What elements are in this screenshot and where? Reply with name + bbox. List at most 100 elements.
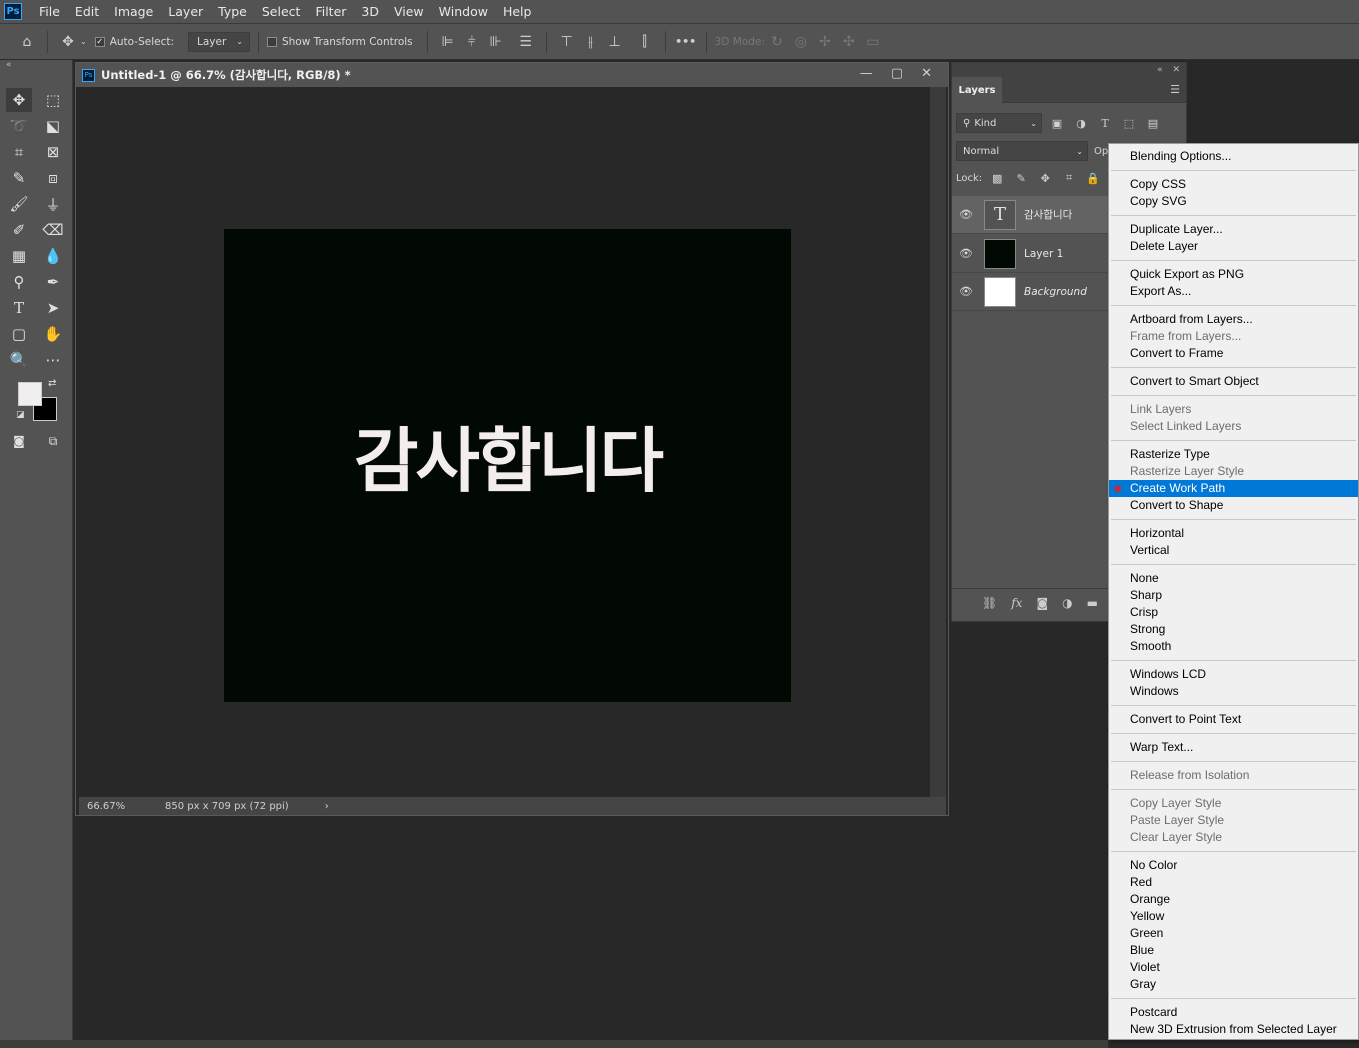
align-bottom-icon[interactable]: ⊥ bbox=[603, 30, 627, 54]
fx-icon[interactable]: fx bbox=[1011, 596, 1022, 610]
align-right-icon[interactable]: ⊪ bbox=[484, 30, 508, 54]
type-tool-icon[interactable]: T bbox=[6, 296, 32, 320]
menu-item-vertical[interactable]: Vertical bbox=[1109, 542, 1358, 559]
distribute-horizontal-icon[interactable]: ⫿ bbox=[633, 30, 657, 54]
menu-item-create-work-path[interactable]: ★ Create Work Path bbox=[1109, 480, 1358, 497]
menu-item-antialias-crisp[interactable]: Crisp bbox=[1109, 604, 1358, 621]
eraser-tool-icon[interactable]: ⌫ bbox=[40, 218, 66, 242]
maximize-icon[interactable]: ▢ bbox=[891, 66, 903, 81]
menu-item-antialias-strong[interactable]: Strong bbox=[1109, 621, 1358, 638]
tab-layers[interactable]: Layers bbox=[952, 77, 1002, 103]
lock-position-icon[interactable]: ✥ bbox=[1036, 172, 1054, 185]
chevron-down-icon[interactable]: ⌄ bbox=[80, 37, 87, 46]
menu-item-duplicate-layer[interactable]: Duplicate Layer... bbox=[1109, 221, 1358, 238]
lock-artboard-icon[interactable]: ⌗ bbox=[1060, 171, 1078, 185]
menu-item-quick-export[interactable]: Quick Export as PNG bbox=[1109, 266, 1358, 283]
panel-menu-icon[interactable]: ☰ bbox=[1170, 83, 1180, 96]
canvas-workspace[interactable]: 감사합니다 bbox=[79, 87, 930, 797]
object-selection-tool-icon[interactable]: ⬕ bbox=[40, 114, 66, 138]
frame-tool-icon[interactable]: ⊠ bbox=[40, 140, 66, 164]
align-vertical-center-icon[interactable]: ⫲ bbox=[579, 30, 603, 54]
document-tab[interactable]: Ps Untitled-1 @ 66.7% (감사합니다, RGB/8) * —… bbox=[76, 63, 948, 87]
screen-mode-icon[interactable]: ⧉ bbox=[40, 429, 66, 453]
close-icon[interactable]: ✕ bbox=[921, 66, 932, 81]
menu-item-violet[interactable]: Violet bbox=[1109, 959, 1358, 976]
menu-item-rasterize-type[interactable]: Rasterize Type bbox=[1109, 446, 1358, 463]
menu-file[interactable]: File bbox=[31, 0, 67, 23]
history-brush-tool-icon[interactable]: ✐ bbox=[6, 218, 32, 242]
close-icon[interactable]: ✕ bbox=[1172, 65, 1180, 75]
menu-item-postcard[interactable]: Postcard bbox=[1109, 1004, 1358, 1021]
more-options-icon[interactable]: ••• bbox=[674, 30, 698, 54]
minimize-icon[interactable]: — bbox=[860, 66, 873, 81]
menu-image[interactable]: Image bbox=[106, 0, 160, 23]
path-selection-tool-icon[interactable]: ➤ bbox=[40, 296, 66, 320]
menu-item-gray[interactable]: Gray bbox=[1109, 976, 1358, 993]
menu-3d[interactable]: 3D bbox=[353, 0, 386, 23]
blend-mode-dropdown[interactable]: Normal ⌄ bbox=[956, 141, 1088, 161]
swap-colors-icon[interactable]: ⇄ bbox=[48, 378, 56, 389]
3d-orbit-icon[interactable]: ↻ bbox=[765, 30, 789, 54]
pen-tool-icon[interactable]: ✒ bbox=[40, 270, 66, 294]
menu-item-horizontal[interactable]: Horizontal bbox=[1109, 525, 1358, 542]
checkbox-checked-icon[interactable]: ✓ bbox=[94, 36, 105, 47]
add-mask-icon[interactable]: ◙ bbox=[1036, 596, 1048, 610]
auto-select-checkbox[interactable]: ✓ Auto-Select: bbox=[94, 36, 174, 48]
crop-tool-icon[interactable]: ⌗ bbox=[6, 140, 32, 164]
layer-name[interactable]: Background bbox=[1024, 286, 1087, 298]
checkbox-unchecked-icon[interactable] bbox=[266, 36, 277, 47]
menu-item-antialias-none[interactable]: None bbox=[1109, 570, 1358, 587]
zoom-level[interactable]: 66.67% bbox=[87, 801, 157, 812]
menu-item-copy-css[interactable]: Copy CSS bbox=[1109, 176, 1358, 193]
quick-mask-icon[interactable]: ◙ bbox=[6, 429, 32, 453]
menu-item-red[interactable]: Red bbox=[1109, 874, 1358, 891]
menu-edit[interactable]: Edit bbox=[67, 0, 106, 23]
menu-item-convert-to-shape[interactable]: Convert to Shape bbox=[1109, 497, 1358, 514]
menu-item-windows[interactable]: Windows bbox=[1109, 683, 1358, 700]
menu-item-antialias-sharp[interactable]: Sharp bbox=[1109, 587, 1358, 604]
menu-item-artboard-from-layers[interactable]: Artboard from Layers... bbox=[1109, 311, 1358, 328]
lock-all-icon[interactable]: 🔒 bbox=[1084, 172, 1102, 185]
eye-visibility-icon[interactable]: 👁 bbox=[952, 208, 980, 221]
gradient-tool-icon[interactable]: ▦ bbox=[6, 244, 32, 268]
menu-item-new-3d-extrusion[interactable]: New 3D Extrusion from Selected Layer bbox=[1109, 1021, 1358, 1038]
move-tool-icon[interactable]: ✥ bbox=[6, 88, 32, 112]
hand-tool-icon[interactable]: ✋ bbox=[40, 322, 66, 346]
layer-name[interactable]: 감사합니다 bbox=[1024, 207, 1072, 222]
layer-name[interactable]: Layer 1 bbox=[1024, 248, 1063, 260]
collapse-panel-icon[interactable]: « bbox=[6, 60, 12, 70]
menu-window[interactable]: Window bbox=[431, 0, 495, 23]
smart-object-filter-icon[interactable]: ▤ bbox=[1144, 117, 1162, 130]
eyedropper-tool-icon[interactable]: ✎ bbox=[6, 166, 32, 190]
3d-slide-icon[interactable]: ✣ bbox=[837, 30, 861, 54]
dodge-tool-icon[interactable]: ⚲ bbox=[6, 270, 32, 294]
move-tool-preset-icon[interactable]: ✥ bbox=[56, 30, 80, 54]
menu-item-windows-lcd[interactable]: Windows LCD bbox=[1109, 666, 1358, 683]
brush-tool-icon[interactable]: 🖌 bbox=[6, 192, 32, 216]
distribute-vertical-icon[interactable]: ☰ bbox=[514, 30, 538, 54]
type-layer-filter-icon[interactable]: T bbox=[1096, 117, 1114, 130]
menu-item-warp-text[interactable]: Warp Text... bbox=[1109, 739, 1358, 756]
menu-filter[interactable]: Filter bbox=[307, 0, 353, 23]
rectangular-marquee-tool-icon[interactable]: ⬚ bbox=[40, 88, 66, 112]
link-layers-icon[interactable]: ⛓ bbox=[982, 596, 997, 610]
clone-stamp-tool-icon[interactable]: ⏚ bbox=[40, 192, 66, 216]
blur-tool-icon[interactable]: 💧 bbox=[40, 244, 66, 268]
canvas[interactable]: 감사합니다 bbox=[224, 229, 791, 702]
spot-healing-brush-icon[interactable]: ⧈ bbox=[40, 166, 66, 190]
kind-filter-dropdown[interactable]: ⚲ Kind ⌄ bbox=[956, 113, 1042, 133]
menu-item-no-color[interactable]: No Color bbox=[1109, 857, 1358, 874]
menu-item-delete-layer[interactable]: Delete Layer bbox=[1109, 238, 1358, 255]
menu-type[interactable]: Type bbox=[210, 0, 254, 23]
default-colors-icon[interactable]: ◪ bbox=[16, 410, 25, 420]
edit-toolbar-icon[interactable]: ⋯ bbox=[40, 348, 66, 372]
3d-scale-icon[interactable]: ▭ bbox=[861, 30, 885, 54]
shape-layer-filter-icon[interactable]: ⬚ bbox=[1120, 117, 1138, 130]
new-group-icon[interactable]: ▬ bbox=[1087, 596, 1098, 610]
menu-item-orange[interactable]: Orange bbox=[1109, 891, 1358, 908]
lasso-tool-icon[interactable]: ➰ bbox=[6, 114, 32, 138]
foreground-color-swatch[interactable] bbox=[18, 382, 42, 406]
menu-item-convert-to-frame[interactable]: Convert to Frame bbox=[1109, 345, 1358, 362]
menu-item-blending-options[interactable]: Blending Options... bbox=[1109, 148, 1358, 165]
menu-select[interactable]: Select bbox=[254, 0, 308, 23]
